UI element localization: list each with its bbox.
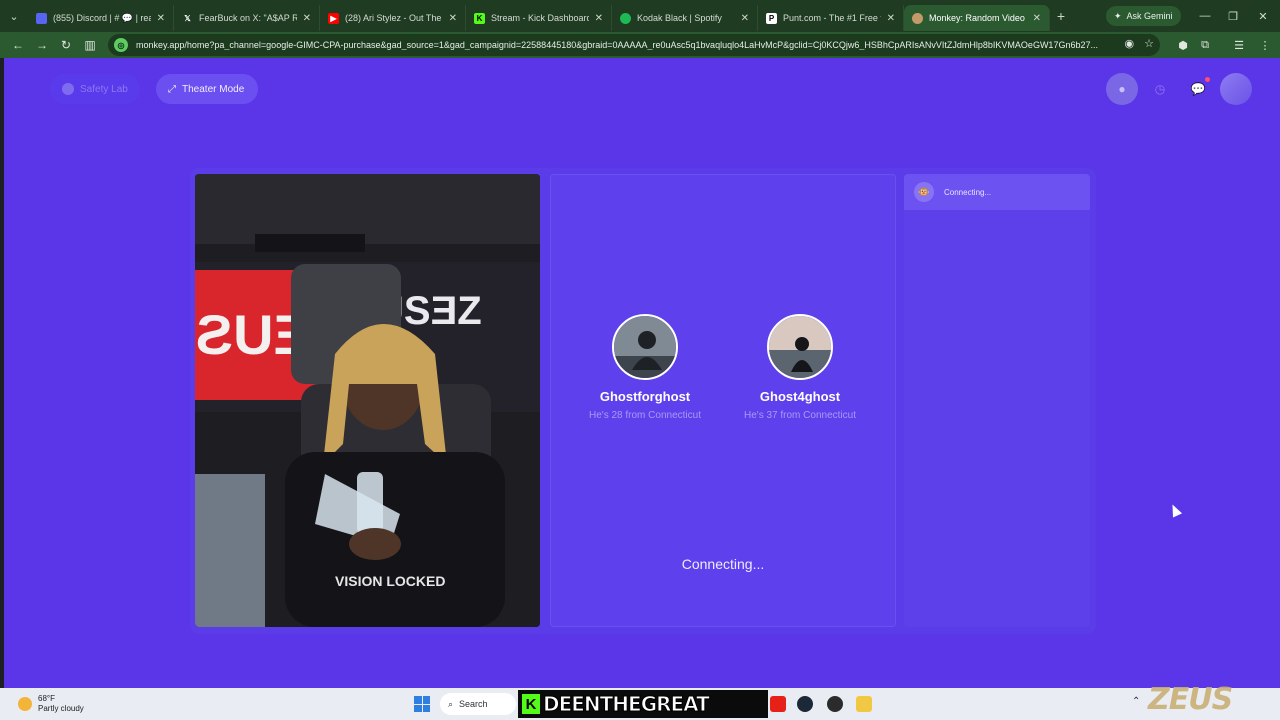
profile-name: Ghost4ghost	[759, 389, 841, 404]
close-tab-icon[interactable]: ✕	[303, 13, 311, 24]
obs-taskbar-icon[interactable]	[827, 696, 843, 712]
browser-tab-bar: ⌄ (855) Discord | # 💬 | reacti ✕ 𝕏 FearB…	[0, 0, 1280, 32]
profile-name: Ghostforghost	[599, 389, 691, 404]
messages-chat-icon[interactable]: 💬	[1182, 73, 1214, 105]
partly-cloudy-icon	[18, 697, 32, 711]
kick-logo-icon: K	[522, 694, 540, 714]
tab-youtube[interactable]: ▶ (28) Ari Stylez - Out The M ✕	[320, 5, 466, 31]
profile-info: He's 37 from Connecticut	[744, 410, 856, 421]
ask-gemini-button[interactable]: ✦ Ask Gemini	[1106, 6, 1181, 26]
safety-lab-button[interactable]: Safety Lab	[50, 74, 140, 104]
streamer-name-overlay: K DEENTHEGREAT	[518, 690, 768, 718]
match-profile-1[interactable]: Ghostforghost He's 28 from Connecticut	[575, 314, 715, 421]
bookmark-star-icon[interactable]: ☆	[1144, 37, 1154, 50]
weather-widget[interactable]: 68°F Partly cloudy	[18, 694, 84, 714]
webcam-feed-image: ZEUS USƎZ VISION LOCKED	[195, 174, 540, 627]
extensions-puzzle-icon[interactable]: ⧉	[1196, 36, 1214, 54]
tab-search-chevron-icon[interactable]: ⌄	[0, 0, 28, 32]
close-tab-icon[interactable]: ✕	[887, 13, 895, 24]
taskbar-search[interactable]: ⌕ Search	[440, 693, 516, 715]
new-tab-button[interactable]: +	[1050, 8, 1072, 24]
extension-badge-icon[interactable]: ⬢	[1174, 36, 1192, 54]
youtube-favicon-icon: ▶	[328, 12, 339, 24]
close-window-icon[interactable]: ✕	[1248, 0, 1278, 32]
notification-dot	[1205, 77, 1210, 82]
monkey-page: Safety Lab ⤢ Theater Mode ● ◷ 💬 ZEUS USƎ…	[4, 58, 1280, 688]
steam-taskbar-icon[interactable]	[797, 696, 813, 712]
profile-photo-image	[769, 316, 831, 378]
discord-favicon-icon	[36, 12, 47, 24]
local-webcam-video: ZEUS USƎZ VISION LOCKED	[195, 174, 540, 627]
monkey-profile-icon[interactable]: ●	[1106, 73, 1138, 105]
profile-info: He's 28 from Connecticut	[589, 410, 701, 421]
forward-arrow-icon[interactable]: →	[30, 33, 54, 57]
tab-kick-dashboard[interactable]: K Stream - Kick Dashboard ✕	[466, 5, 612, 31]
tab-punt[interactable]: P Punt.com - The #1 Free to ✕	[758, 5, 904, 31]
address-bar[interactable]: ◎ monkey.app/home?pa_channel=google-GIMC…	[108, 34, 1160, 56]
close-tab-icon[interactable]: ✕	[157, 13, 165, 24]
safety-shield-icon	[62, 83, 74, 95]
mouse-cursor-icon	[1167, 502, 1183, 518]
minimize-window-icon[interactable]: —	[1190, 0, 1220, 32]
tab-spotify[interactable]: Kodak Black | Spotify ✕	[612, 5, 758, 31]
connecting-status: Connecting...	[681, 556, 765, 572]
profile-avatar[interactable]	[612, 314, 678, 380]
match-profile-2[interactable]: Ghost4ghost He's 37 from Connecticut	[730, 314, 870, 421]
user-avatar[interactable]	[1220, 73, 1252, 105]
close-tab-icon[interactable]: ✕	[741, 13, 749, 24]
history-clock-icon[interactable]: ◷	[1144, 73, 1176, 105]
gemini-sparkle-icon: ✦	[1114, 10, 1122, 21]
url-text[interactable]: monkey.app/home?pa_channel=google-GIMC-C…	[136, 40, 1126, 50]
monkey-favicon-icon	[912, 12, 923, 24]
tab-discord[interactable]: (855) Discord | # 💬 | reacti ✕	[28, 5, 174, 31]
split-view-icon[interactable]: ▥	[78, 33, 102, 57]
close-tab-icon[interactable]: ✕	[449, 13, 457, 24]
svg-text:VISION LOCKED: VISION LOCKED	[335, 573, 445, 589]
zeus-watermark: ZEUS	[1148, 682, 1233, 717]
site-info-icon[interactable]: ◎	[114, 38, 128, 52]
profile-avatar[interactable]	[767, 314, 833, 380]
tray-chevron-icon[interactable]: ⌃	[1132, 696, 1140, 707]
kick-favicon-icon: K	[474, 12, 485, 24]
browser-menu-icon[interactable]: ☰	[1230, 36, 1248, 54]
search-icon: ⌕	[448, 698, 454, 709]
youtube-taskbar-icon[interactable]	[770, 696, 786, 712]
close-tab-icon[interactable]: ✕	[595, 13, 603, 24]
reload-icon[interactable]: ↻	[54, 33, 78, 57]
file-explorer-taskbar-icon[interactable]	[856, 696, 872, 712]
expand-arrows-icon: ⤢	[168, 83, 176, 95]
extension-monkey-icon[interactable]: ◉	[1125, 37, 1135, 50]
punt-favicon-icon: P	[766, 12, 777, 24]
chat-connecting-row: 🐵 Connecting...	[904, 174, 1090, 210]
tab-x-fearbuck[interactable]: 𝕏 FearBuck on X: "A$AP Rocky ✕	[174, 5, 320, 31]
monkey-face-icon: 🐵	[914, 182, 934, 202]
close-tab-icon[interactable]: ✕	[1033, 13, 1041, 24]
windows-start-icon[interactable]	[414, 696, 430, 712]
x-favicon-icon: 𝕏	[184, 13, 191, 23]
back-arrow-icon[interactable]: ←	[6, 33, 30, 57]
profile-photo-image	[614, 316, 676, 378]
chat-panel: 🐵 Connecting...	[904, 174, 1090, 627]
spotify-favicon-icon	[620, 12, 631, 24]
chrome-more-icon[interactable]: ⋮	[1256, 36, 1274, 54]
theater-mode-button[interactable]: ⤢ Theater Mode	[156, 74, 258, 104]
tab-monkey-active[interactable]: Monkey: Random Video ✕	[904, 5, 1050, 31]
restore-window-icon[interactable]: ❐	[1218, 0, 1248, 32]
